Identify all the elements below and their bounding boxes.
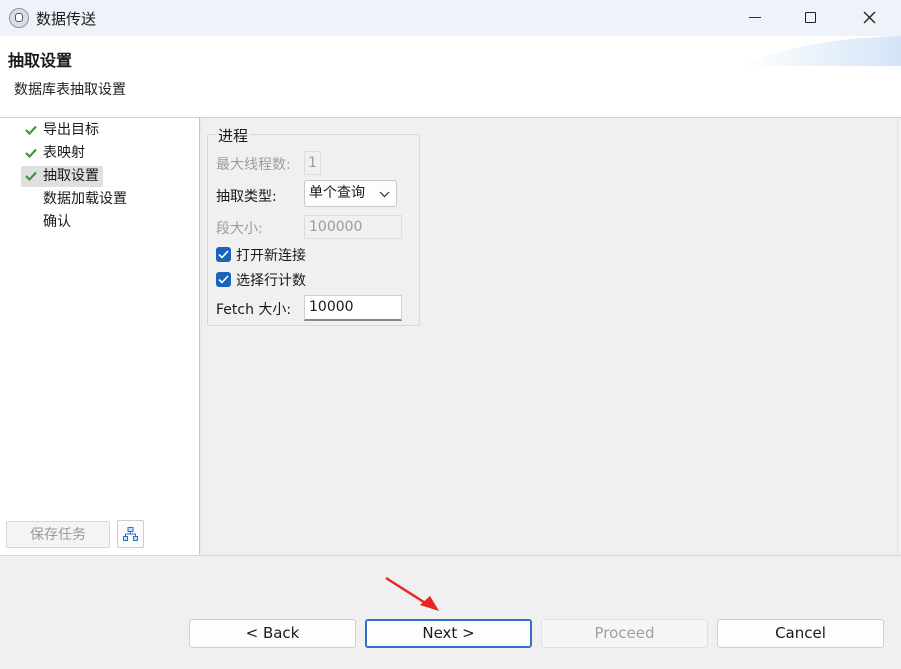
steps-panel: 导出目标 表映射 抽取设置 数据加载设置 确认 保存任务	[0, 118, 200, 555]
step-extract-settings[interactable]: 抽取设置	[21, 166, 103, 187]
step-export-target[interactable]: 导出目标	[21, 120, 103, 141]
settings-panel: 进程 最大线程数: 1 抽取类型: 单个查询 段大小: 100000 打开新连接…	[201, 118, 901, 555]
fetch-size-input[interactable]: 10000	[304, 295, 402, 321]
group-title: 进程	[216, 125, 251, 146]
step-label: 导出目标	[43, 122, 99, 138]
window-title: 数据传送	[36, 10, 97, 28]
maximize-button[interactable]	[783, 0, 839, 36]
wizard-header: 抽取设置 数据库表抽取设置	[0, 36, 901, 118]
check-icon	[25, 171, 37, 181]
step-table-mapping[interactable]: 表映射	[21, 143, 89, 164]
page-title: 抽取设置	[8, 51, 73, 70]
tree-icon	[123, 527, 138, 541]
title-bar: 数据传送	[0, 0, 901, 36]
button-bar	[0, 555, 901, 669]
step-label: 数据加载设置	[43, 191, 127, 207]
proceed-button[interactable]: Proceed	[541, 619, 708, 648]
page-subtitle: 数据库表抽取设置	[14, 82, 126, 98]
step-confirm[interactable]: 确认	[21, 212, 75, 233]
segment-size-field: 100000	[304, 215, 402, 239]
max-threads-label: 最大线程数:	[216, 157, 291, 173]
open-new-connection-checkbox[interactable]	[216, 247, 231, 262]
extract-type-value: 单个查询	[309, 185, 365, 201]
segment-size-label: 段大小:	[216, 221, 263, 237]
header-decoration	[741, 36, 901, 66]
extract-type-select[interactable]: 单个查询	[304, 180, 397, 207]
check-icon	[25, 148, 37, 158]
back-button[interactable]: < Back	[189, 619, 356, 648]
step-label: 确认	[43, 214, 71, 230]
minimize-button[interactable]	[727, 0, 783, 36]
step-label: 抽取设置	[43, 168, 99, 184]
select-row-count-checkbox[interactable]	[216, 272, 231, 287]
app-icon	[9, 8, 29, 28]
open-new-connection-label[interactable]: 打开新连接	[236, 245, 306, 265]
checkmark-icon	[218, 275, 229, 284]
annotation-arrow	[385, 576, 439, 611]
checkmark-icon	[218, 250, 229, 259]
step-label: 表映射	[43, 145, 85, 161]
process-group: 进程 最大线程数: 1 抽取类型: 单个查询 段大小: 100000 打开新连接…	[207, 125, 420, 326]
check-icon	[25, 125, 37, 135]
step-data-load-settings[interactable]: 数据加载设置	[21, 189, 131, 210]
close-button[interactable]	[841, 0, 897, 36]
max-threads-field: 1	[304, 151, 321, 175]
save-task-button[interactable]: 保存任务	[6, 521, 110, 548]
extract-type-label: 抽取类型:	[216, 189, 277, 205]
select-row-count-label[interactable]: 选择行计数	[236, 270, 306, 290]
cancel-button[interactable]: Cancel	[717, 619, 884, 648]
chevron-down-icon	[379, 191, 390, 198]
divider	[897, 118, 898, 555]
tree-view-button[interactable]	[117, 520, 144, 548]
next-button[interactable]: Next >	[365, 619, 532, 648]
close-icon	[863, 11, 876, 24]
fetch-size-label: Fetch 大小:	[216, 302, 292, 318]
